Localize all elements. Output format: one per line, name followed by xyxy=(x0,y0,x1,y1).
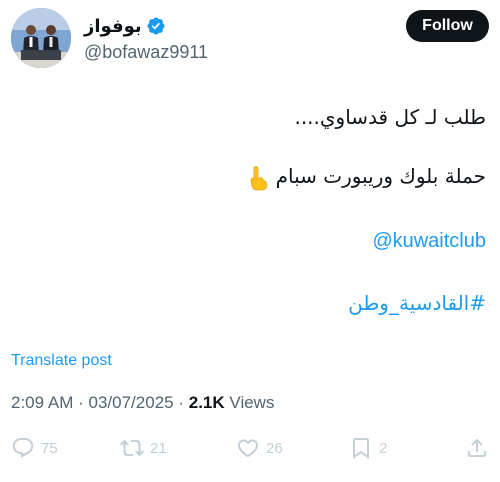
tweet-line-2: حملة بلوك وريبورت سبام xyxy=(16,162,486,190)
like-button[interactable]: 26 xyxy=(236,436,283,460)
heart-icon xyxy=(237,439,259,458)
bookmark-icon xyxy=(353,438,369,459)
tweet-line-2-text: حملة بلوك وريبورت سبام xyxy=(275,164,486,188)
mention-link[interactable]: @kuwaitclub xyxy=(16,227,486,255)
display-name-row: بوفواز xyxy=(84,14,208,38)
views-count: 2.1K xyxy=(188,393,225,412)
tweet-header: بوفواز @bofawaz9911 Follow xyxy=(11,8,489,70)
tweet-line-1: طلب لـ كل قدساوي.... xyxy=(294,105,486,129)
profile-avatar[interactable] xyxy=(11,8,71,68)
user-name-block: بوفواز @bofawaz9911 xyxy=(84,14,208,63)
tweet-date[interactable]: 03/07/2025 xyxy=(89,393,174,412)
display-name[interactable]: بوفواز xyxy=(84,16,142,37)
user-handle[interactable]: @bofawaz9911 xyxy=(84,42,208,63)
backhand-index-pointing-down-icon xyxy=(247,165,269,191)
avatar-image xyxy=(11,8,71,68)
like-count: 26 xyxy=(266,439,283,457)
reply-count: 75 xyxy=(41,439,58,457)
tweet-time[interactable]: 2:09 AM xyxy=(11,393,73,412)
repost-count: 21 xyxy=(150,439,167,457)
meta-separator: · xyxy=(78,393,84,412)
verified-badge-icon xyxy=(146,16,166,36)
repost-button[interactable]: 21 xyxy=(120,436,167,460)
repost-icon xyxy=(120,439,144,457)
share-button[interactable] xyxy=(465,436,489,460)
tweet-meta: 2:09 AM · 03/07/2025 · 2.1K Views xyxy=(11,393,274,413)
views-label: Views xyxy=(229,393,275,412)
bookmark-button[interactable]: 2 xyxy=(349,436,387,460)
tweet-actions: 75 21 26 2 xyxy=(11,436,489,460)
share-icon xyxy=(468,438,486,457)
reply-icon xyxy=(12,438,34,458)
follow-button[interactable]: Follow xyxy=(406,10,489,42)
reply-button[interactable]: 75 xyxy=(11,436,58,460)
bookmark-count: 2 xyxy=(379,439,388,457)
meta-separator-2: · xyxy=(178,393,185,412)
hashtag-link[interactable]: #القادسية_وطن xyxy=(16,289,486,317)
translate-post-link[interactable]: Translate post xyxy=(11,352,112,370)
